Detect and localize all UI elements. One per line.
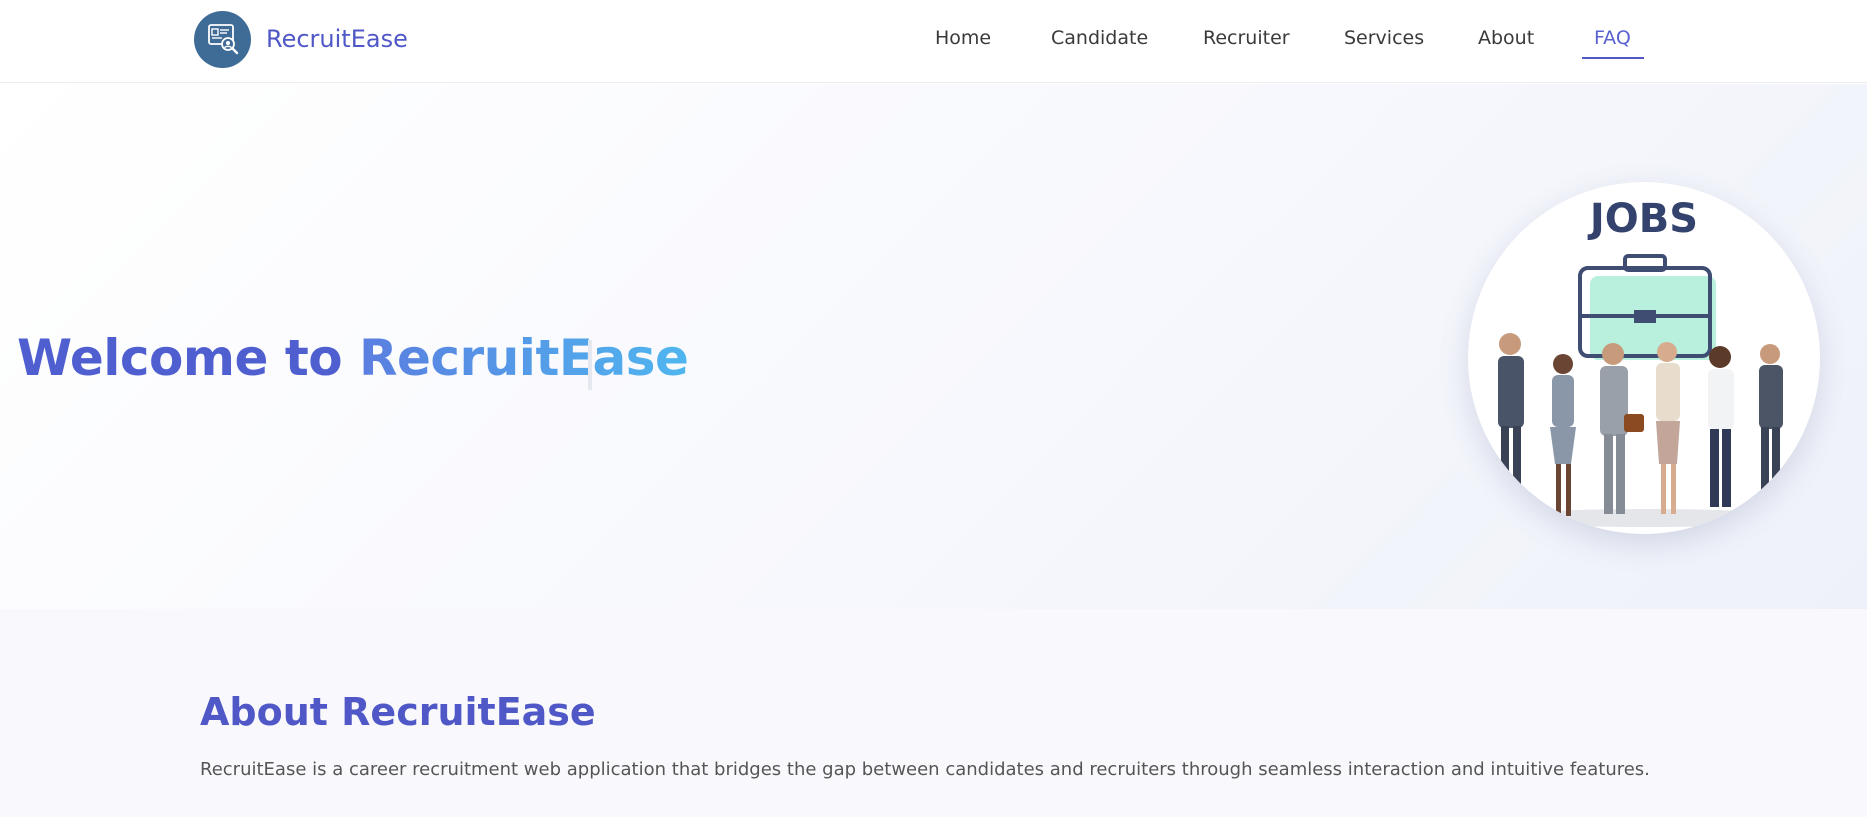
nav-active-underline [1582, 57, 1644, 59]
about-section: About RecruitEase RecruitEase is a caree… [0, 609, 1867, 817]
nav-recruiter[interactable]: Recruiter [1203, 27, 1290, 49]
nav-about[interactable]: About [1478, 27, 1534, 49]
typing-cursor [588, 340, 592, 390]
brand[interactable]: RecruitEase [194, 10, 408, 68]
nav-candidate[interactable]: Candidate [1051, 27, 1148, 49]
about-title: About RecruitEase [200, 690, 596, 734]
jobs-heading: JOBS [1587, 196, 1698, 242]
recruitment-search-icon[interactable] [194, 10, 251, 68]
top-navbar: RecruitEase Home Candidate Recruiter Ser… [0, 0, 1867, 83]
hero-jobs-image: JOBS [1468, 182, 1820, 534]
nav-faq[interactable]: FAQ [1594, 27, 1631, 49]
people-group [1498, 333, 1783, 516]
nav-home[interactable]: Home [935, 27, 991, 49]
hero-title-welcome: Welcome to [17, 329, 359, 387]
about-description: RecruitEase is a career recruitment web … [200, 759, 1650, 780]
briefcase-icon [1578, 254, 1716, 360]
nav-services[interactable]: Services [1344, 27, 1424, 49]
hero-title-brand: RecruitEase [359, 329, 689, 387]
brand-name[interactable]: RecruitEase [266, 25, 408, 53]
